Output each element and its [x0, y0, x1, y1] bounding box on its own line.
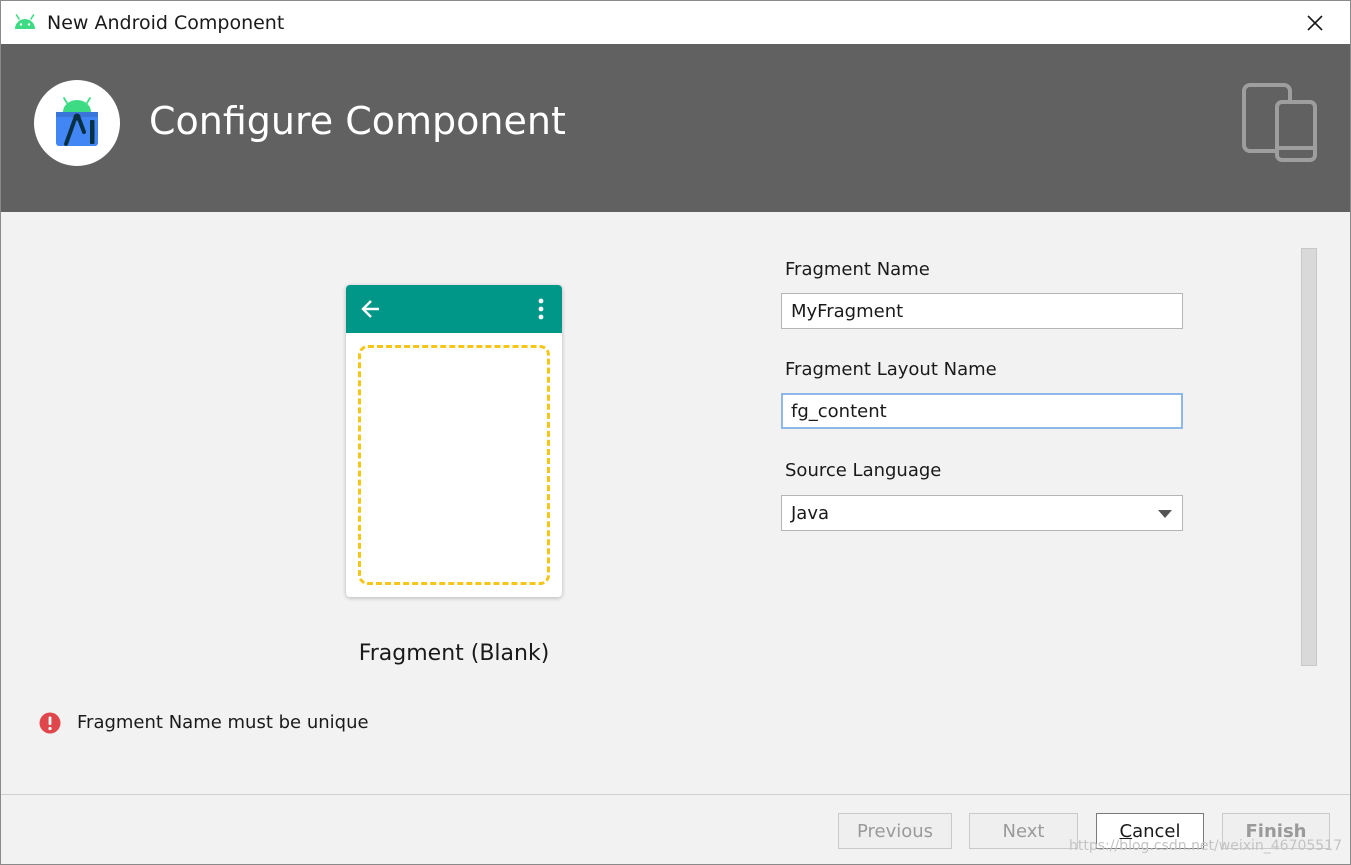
fragment-name-input[interactable] [781, 293, 1183, 329]
fragment-name-label: Fragment Name [785, 259, 930, 280]
more-vert-icon [538, 298, 544, 320]
fragment-placeholder [358, 345, 550, 585]
dropdown-arrow-icon [1158, 510, 1172, 518]
layout-name-label: Fragment Layout Name [785, 359, 997, 380]
title-bar: New Android Component [1, 1, 1350, 44]
window-title: New Android Component [47, 12, 285, 34]
close-icon [1307, 14, 1323, 31]
template-name: Fragment (Blank) [358, 641, 550, 666]
back-arrow-icon [361, 300, 379, 318]
page-title: Configure Component [149, 99, 566, 143]
form-scrollbar[interactable] [1301, 248, 1317, 666]
layout-name-input[interactable] [781, 393, 1183, 429]
wizard-header: Configure Component [1, 44, 1350, 212]
template-preview [346, 285, 562, 597]
android-icon [15, 14, 35, 29]
source-language-select[interactable]: Java [781, 495, 1183, 531]
previous-button[interactable]: Previous [838, 813, 952, 849]
error-icon [39, 712, 61, 734]
dialog-window: New Android Component Configure Componen… [0, 0, 1351, 865]
validation-message: Fragment Name must be unique [77, 712, 369, 733]
next-button[interactable]: Next [969, 813, 1078, 849]
preview-toolbar [346, 285, 562, 333]
footer-divider [1, 794, 1350, 795]
android-studio-logo [34, 80, 120, 166]
source-language-label: Source Language [785, 460, 942, 481]
watermark: https://blog.csdn.net/weixin_46705517 [1069, 838, 1343, 854]
devices-icon [1242, 83, 1317, 162]
close-button[interactable] [1280, 1, 1350, 44]
source-language-value: Java [791, 503, 830, 524]
android-studio-icon [56, 97, 98, 146]
